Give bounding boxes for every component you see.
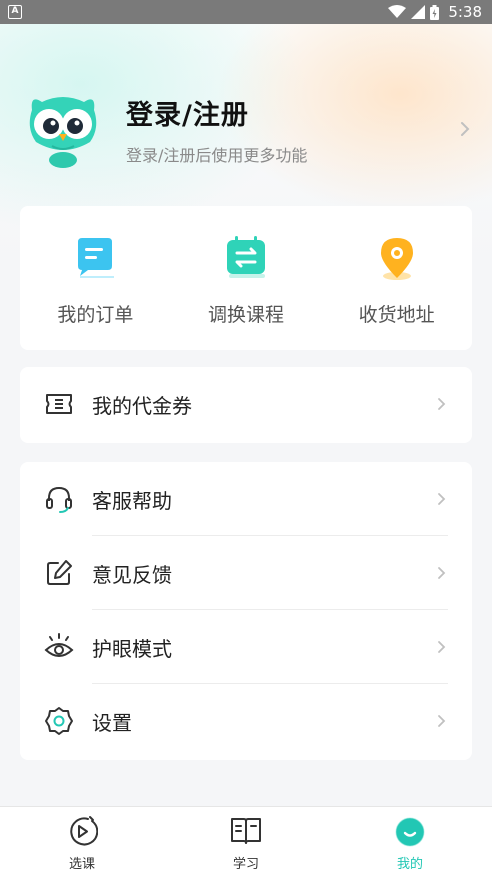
gear-icon: [45, 707, 73, 735]
status-time: 5:38: [448, 3, 482, 21]
headset-icon: [46, 486, 72, 513]
signal-icon: [411, 5, 426, 19]
my-vouchers-label: 我的代金券: [92, 393, 192, 418]
tab-select-course-label: 选课: [68, 857, 95, 872]
login-register-entry[interactable]: 登录/注册 登录/注册后使用更多功能: [22, 84, 472, 174]
tab-study-label: 学习: [232, 857, 259, 872]
customer-service-row[interactable]: 客服帮助: [20, 462, 472, 536]
book-icon: [231, 818, 261, 844]
settings-label: 设置: [92, 710, 132, 735]
chevron-right-icon: [438, 715, 446, 727]
smile-icon: [395, 817, 425, 847]
bottom-tab-bar: 选课 学习 我的: [0, 806, 492, 874]
profile-title: 登录/注册: [126, 99, 249, 131]
feedback-label: 意见反馈: [92, 562, 172, 587]
chevron-right-icon: [461, 122, 470, 136]
order-icon: [78, 238, 115, 278]
chevron-right-icon: [438, 641, 446, 653]
play-circle-icon: [70, 816, 98, 846]
ticket-icon: [46, 394, 72, 414]
tab-mine-label: 我的: [396, 857, 423, 872]
eye-care-mode-label: 护眼模式: [92, 636, 172, 661]
wifi-icon: [388, 5, 407, 18]
battery-icon: [430, 4, 440, 20]
owl-avatar[interactable]: [22, 88, 104, 170]
shipping-address-label: 收货地址: [358, 304, 435, 326]
eye-icon: [44, 633, 74, 657]
my-vouchers-row[interactable]: 我的代金券: [20, 367, 472, 441]
chevron-right-icon: [438, 567, 446, 579]
my-orders-label: 我的订单: [57, 304, 134, 326]
chevron-right-icon: [438, 398, 446, 410]
settings-row[interactable]: 设置: [20, 684, 472, 758]
settings-menu-card: 客服帮助 意见反馈 护眼模式 设置: [20, 462, 472, 760]
feedback-row[interactable]: 意见反馈: [20, 536, 472, 610]
location-pin-icon: [380, 238, 413, 280]
swap-course-button[interactable]: 调换课程: [171, 206, 322, 350]
eye-care-mode-row[interactable]: 护眼模式: [20, 610, 472, 684]
chevron-right-icon: [438, 493, 446, 505]
tab-select-course[interactable]: 选课: [0, 807, 164, 874]
tab-study[interactable]: 学习: [164, 807, 328, 874]
tab-mine[interactable]: 我的: [328, 807, 492, 874]
app-notification-icon: A: [8, 5, 22, 19]
voucher-card: 我的代金券: [20, 367, 472, 443]
quick-actions-card: 我的订单 调换课程 收货地址: [20, 206, 472, 350]
shipping-address-button[interactable]: 收货地址: [321, 206, 472, 350]
swap-course-label: 调换课程: [208, 304, 285, 326]
profile-subtitle: 登录/注册后使用更多功能: [126, 145, 308, 165]
status-bar: A 5:38: [0, 0, 492, 24]
edit-icon: [47, 560, 72, 585]
customer-service-label: 客服帮助: [92, 488, 172, 513]
swap-course-icon: [227, 236, 265, 278]
my-orders-button[interactable]: 我的订单: [20, 206, 171, 350]
